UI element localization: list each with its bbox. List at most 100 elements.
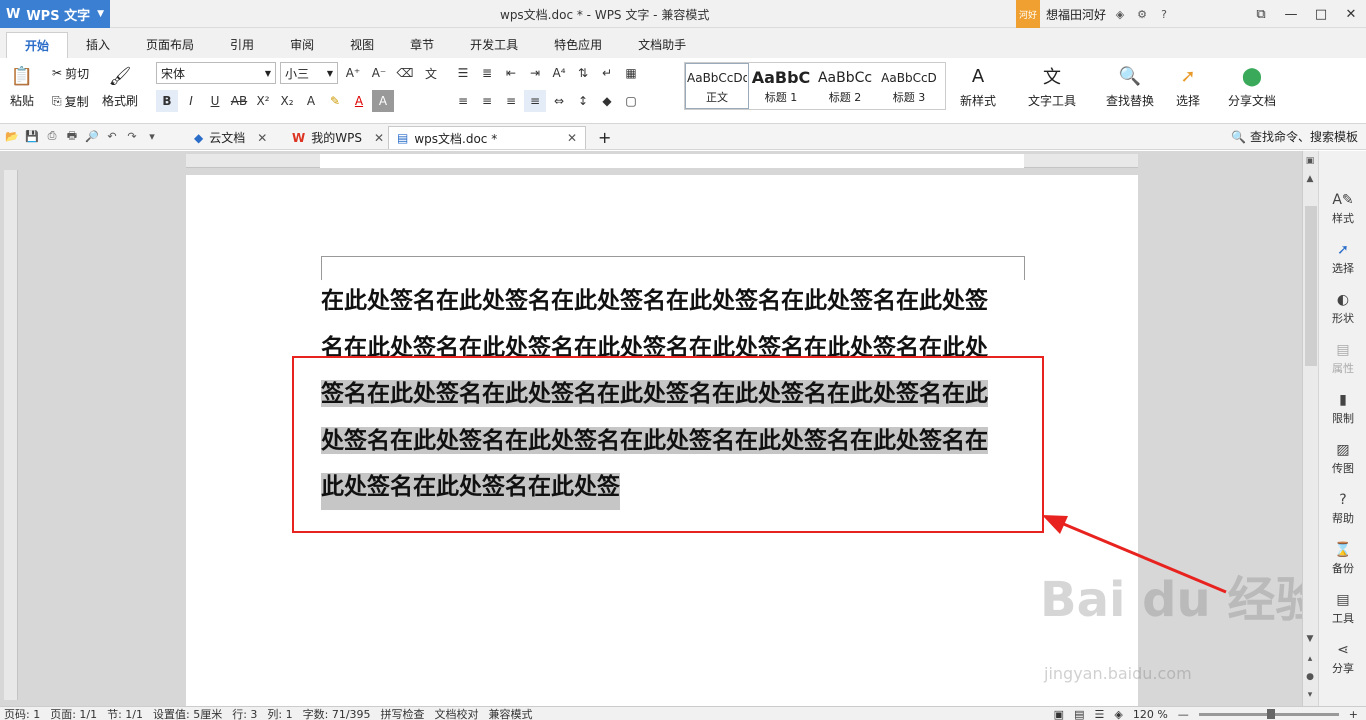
customize-icon[interactable]: ▾	[144, 128, 160, 144]
redo-icon[interactable]: ↷	[124, 128, 140, 144]
style-heading3[interactable]: AaBbCcD 标题 3	[877, 63, 941, 109]
align-right-icon[interactable]: ≡	[500, 90, 522, 112]
doc-tab-cloud[interactable]: ◆ 云文档 ✕	[186, 126, 275, 149]
font-size-select[interactable]: 小三 ▼	[280, 62, 338, 84]
tab-home[interactable]: 开始	[6, 32, 69, 58]
scroll-down-icon[interactable]: ▼	[1303, 632, 1317, 646]
numbered-list-icon[interactable]: ≣	[476, 62, 498, 84]
command-search[interactable]: 🔍 查找命令、搜索模板	[1231, 128, 1358, 145]
zoom-in-icon[interactable]: +	[1349, 708, 1358, 720]
new-style-button[interactable]: A 新样式	[960, 62, 996, 109]
vertical-ruler[interactable]	[4, 170, 18, 700]
user-name[interactable]: 想福田河好	[1046, 6, 1106, 23]
print-preview-icon[interactable]: 🔎	[84, 128, 100, 144]
status-words[interactable]: 字数: 71/395	[303, 707, 371, 720]
italic-icon[interactable]: I	[180, 90, 202, 112]
decrease-indent-icon[interactable]: ⇤	[500, 62, 522, 84]
user-area[interactable]: 河好 想福田河好 ◈ ⚙ ?	[1016, 0, 1172, 28]
select-browse-icon[interactable]: ●	[1303, 670, 1317, 684]
table-icon[interactable]: ▦	[620, 62, 642, 84]
zoom-level[interactable]: 120 %	[1133, 708, 1168, 720]
open-icon[interactable]: 📂	[4, 128, 20, 144]
side-styles[interactable]: A✎ 样式	[1319, 191, 1366, 226]
side-help[interactable]: ? 帮助	[1319, 491, 1366, 526]
skin-icon[interactable]: ◈	[1112, 6, 1128, 22]
underline-icon[interactable]: U	[204, 90, 226, 112]
zoom-slider[interactable]	[1198, 708, 1339, 719]
superscript-icon[interactable]: X²	[252, 90, 274, 112]
close-icon[interactable]: ✕	[374, 131, 384, 145]
web-view-icon[interactable]: ◈	[1114, 708, 1122, 720]
line-spacing-icon[interactable]: ↕	[572, 90, 594, 112]
bullet-list-icon[interactable]: ☰	[452, 62, 474, 84]
justify-icon[interactable]: ≡	[524, 90, 546, 112]
tab-insert[interactable]: 插入	[68, 32, 128, 58]
tab-layout[interactable]: 页面布局	[128, 32, 212, 58]
paste-button[interactable]: 📋 粘贴	[8, 62, 36, 109]
tab-references[interactable]: 引用	[212, 32, 272, 58]
subscript-icon[interactable]: X₂	[276, 90, 298, 112]
chinese-layout-icon[interactable]: A⁴	[548, 62, 570, 84]
save-icon[interactable]: 💾	[24, 128, 40, 144]
align-center-icon[interactable]: ≡	[476, 90, 498, 112]
zoom-knob[interactable]	[1266, 708, 1275, 719]
share-doc-button[interactable]: ⬤ 分享文档	[1228, 62, 1276, 109]
text-tools-button[interactable]: 文 文字工具	[1028, 62, 1076, 109]
export-pdf-icon[interactable]: ⎙	[44, 128, 60, 144]
doc-tab-mywps[interactable]: W 我的WPS ✕	[284, 126, 392, 149]
side-properties[interactable]: ▤ 属性	[1319, 341, 1366, 376]
doc-tab-current[interactable]: ▤ wps文档.doc * ✕	[388, 126, 586, 149]
help-icon[interactable]: ?	[1156, 6, 1172, 22]
tab-doc-assistant[interactable]: 文档助手	[620, 32, 704, 58]
shading-icon[interactable]: ◆	[596, 90, 618, 112]
status-proof[interactable]: 文档校对	[435, 707, 479, 720]
font-name-select[interactable]: 宋体 ▼	[156, 62, 276, 84]
style-heading1[interactable]: AaBbC 标题 1	[749, 63, 813, 109]
style-heading2[interactable]: AaBbCc 标题 2	[813, 63, 877, 109]
format-painter-button[interactable]: 🖌 格式刷	[102, 62, 138, 109]
select-button[interactable]: ➚ 选择	[1174, 62, 1202, 109]
tab-view[interactable]: 视图	[332, 32, 392, 58]
reading-view-icon[interactable]: ▤	[1074, 708, 1084, 720]
side-shapes[interactable]: ◐ 形状	[1319, 291, 1366, 326]
side-select[interactable]: ➚ 选择	[1319, 241, 1366, 276]
print-icon[interactable]: 🖶	[64, 128, 80, 144]
tab-developer[interactable]: 开发工具	[452, 32, 536, 58]
tab-chapter[interactable]: 章节	[392, 32, 452, 58]
side-tools[interactable]: ▤ 工具	[1319, 591, 1366, 626]
style-normal[interactable]: AaBbCcDd 正文	[685, 63, 749, 109]
strikethrough-icon[interactable]: AB	[228, 90, 250, 112]
scroll-up-icon[interactable]: ▲	[1303, 172, 1317, 186]
app-menu-button[interactable]: W WPS 文字 ▼	[0, 0, 110, 28]
side-backup[interactable]: ⌛ 备份	[1319, 541, 1366, 576]
cut-button[interactable]: ✂ 剪切	[52, 62, 89, 84]
side-restrict[interactable]: ▮ 限制	[1319, 391, 1366, 426]
page-view-icon[interactable]: ▣	[1054, 708, 1064, 720]
text-effect-icon[interactable]: A	[300, 90, 322, 112]
vertical-scrollbar[interactable]	[1302, 151, 1318, 706]
grow-font-icon[interactable]: A⁺	[342, 62, 364, 84]
close-icon[interactable]: ✕	[567, 131, 577, 145]
font-color-icon[interactable]: A	[348, 90, 370, 112]
status-spell-check[interactable]: 拼写检查	[381, 707, 425, 720]
minimize-icon[interactable]: —	[1276, 0, 1306, 28]
char-shading-icon[interactable]: A	[372, 90, 394, 112]
shrink-font-icon[interactable]: A⁻	[368, 62, 390, 84]
pinyin-icon[interactable]: 文	[420, 62, 442, 84]
sort-icon[interactable]: ⇅	[572, 62, 594, 84]
highlight-icon[interactable]: ✎	[324, 90, 346, 112]
outline-view-icon[interactable]: ☰	[1094, 708, 1104, 720]
zoom-out-icon[interactable]: —	[1178, 708, 1189, 720]
find-replace-button[interactable]: 🔍 查找替换	[1106, 62, 1154, 109]
increase-indent-icon[interactable]: ⇥	[524, 62, 546, 84]
close-icon[interactable]: ✕	[1336, 0, 1366, 28]
show-marks-icon[interactable]: ↵	[596, 62, 618, 84]
bold-icon[interactable]: B	[156, 90, 178, 112]
text-line[interactable]: 在此处签名在此处签名在此处签名在此处签名在此处签名在此处签	[321, 278, 1027, 325]
tab-features[interactable]: 特色应用	[536, 32, 620, 58]
close-icon[interactable]: ✕	[257, 131, 267, 145]
new-tab-button[interactable]: +	[590, 126, 619, 149]
page-view-icon[interactable]: ▣	[1303, 154, 1317, 168]
scroll-thumb[interactable]	[1305, 206, 1317, 366]
settings-icon[interactable]: ⚙	[1134, 6, 1150, 22]
